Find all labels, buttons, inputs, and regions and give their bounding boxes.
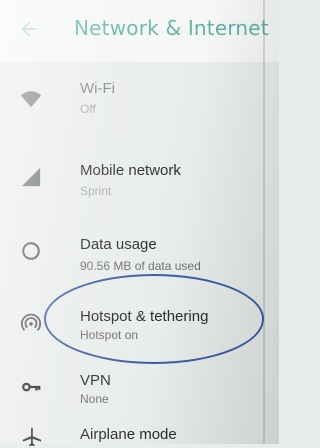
setting-wifi[interactable]: Wi-Fi Off (0, 66, 279, 138)
hotspot-icon (20, 313, 42, 331)
mobile-network-status: Sprint (80, 184, 112, 198)
setting-airplane-mode[interactable]: Airplane mode (0, 420, 279, 447)
app-bar: Network & Internet (0, 0, 279, 62)
arrow-left-icon[interactable] (18, 18, 40, 40)
page-title: Network & Internet (74, 16, 269, 40)
signal-icon (21, 167, 41, 187)
wifi-label: Wi-Fi (80, 80, 115, 97)
wifi-icon (20, 91, 42, 108)
wifi-status: Off (80, 102, 96, 116)
data-usage-icon (22, 242, 40, 260)
annotation-circle (44, 274, 264, 364)
data-usage-label: Data usage (80, 236, 157, 253)
data-usage-status: 90.56 MB of data used (80, 259, 201, 273)
vpn-status: None (80, 392, 109, 406)
vpn-label: VPN (80, 372, 111, 389)
airplane-icon (22, 427, 42, 447)
airplane-mode-label: Airplane mode (80, 426, 177, 443)
vpn-key-icon (22, 382, 41, 392)
mobile-network-label: Mobile network (80, 162, 181, 179)
setting-mobile-network[interactable]: Mobile network Sprint (0, 140, 279, 212)
